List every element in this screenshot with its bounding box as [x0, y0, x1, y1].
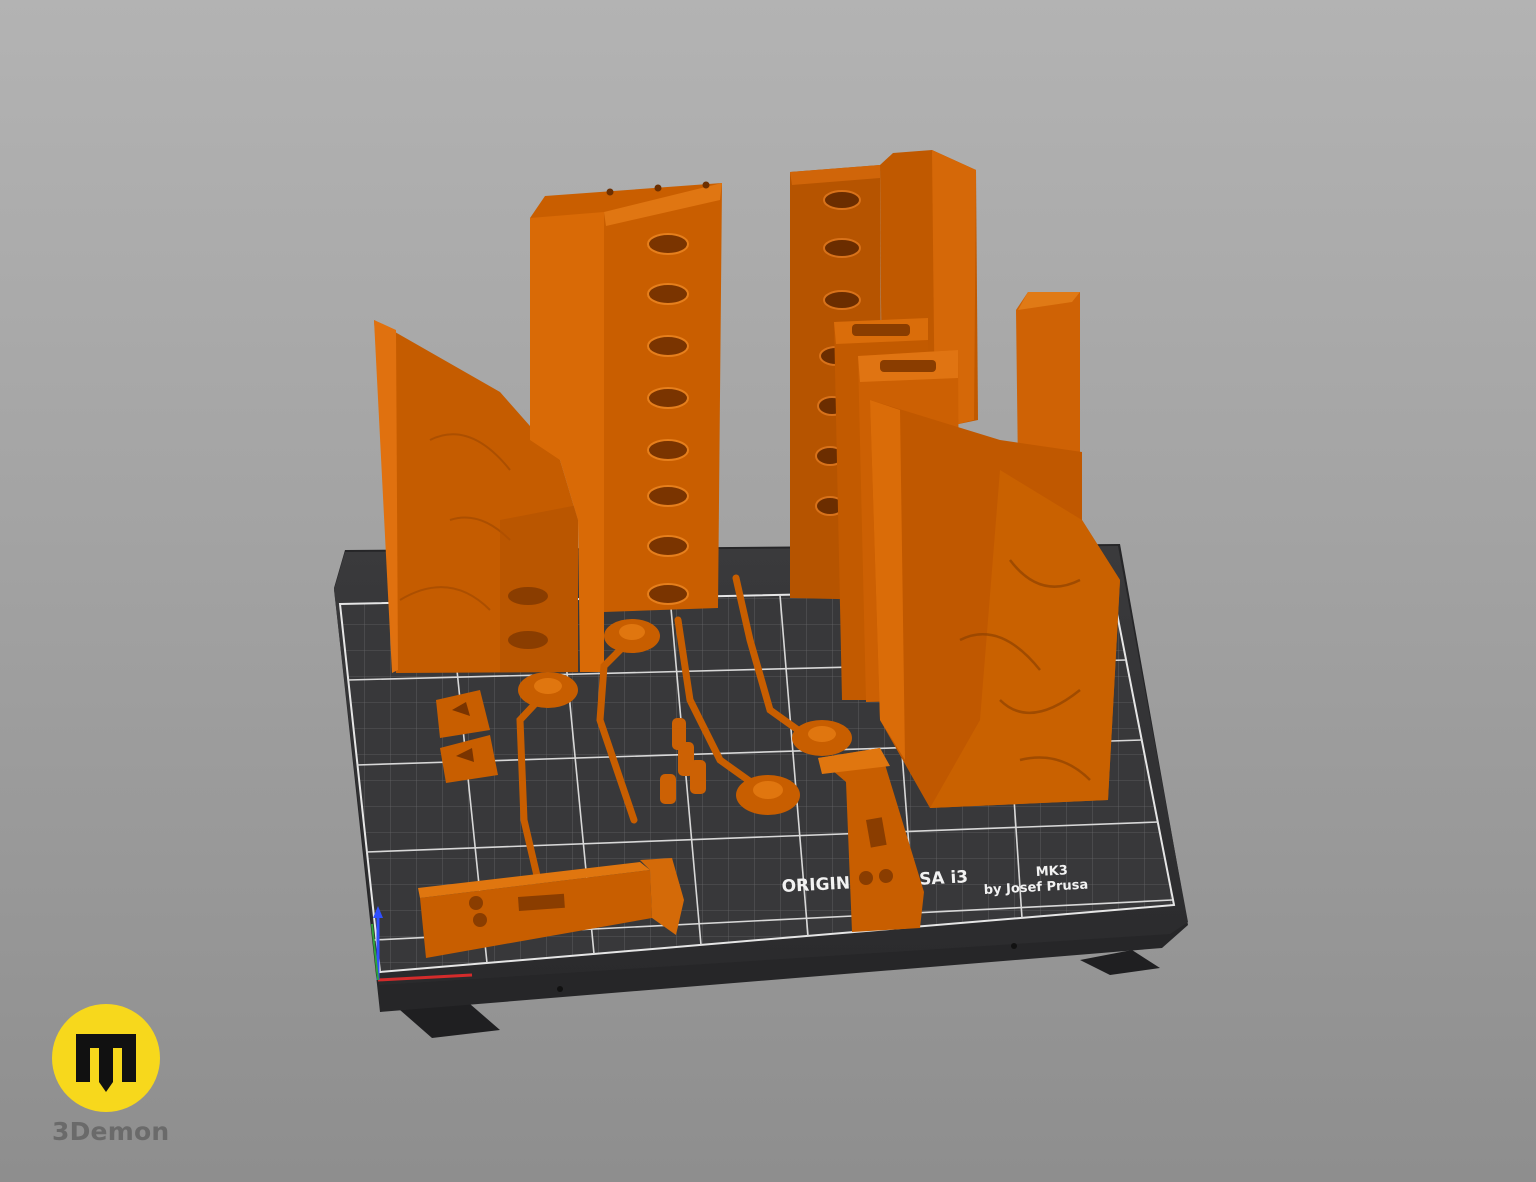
brand-name: 3Demon: [52, 1117, 170, 1146]
3d-viewport[interactable]: ORIGINAL PRUSA i3 MK3 by Josef Prusa: [0, 0, 1536, 1182]
part-thin-bar[interactable]: [1016, 292, 1080, 470]
bed-label-model: MK3: [1035, 863, 1068, 880]
brand-watermark: 3Demon: [52, 1004, 170, 1149]
brand-logo-icon: [52, 1004, 160, 1112]
part-right-curved-panel[interactable]: [870, 400, 1120, 808]
